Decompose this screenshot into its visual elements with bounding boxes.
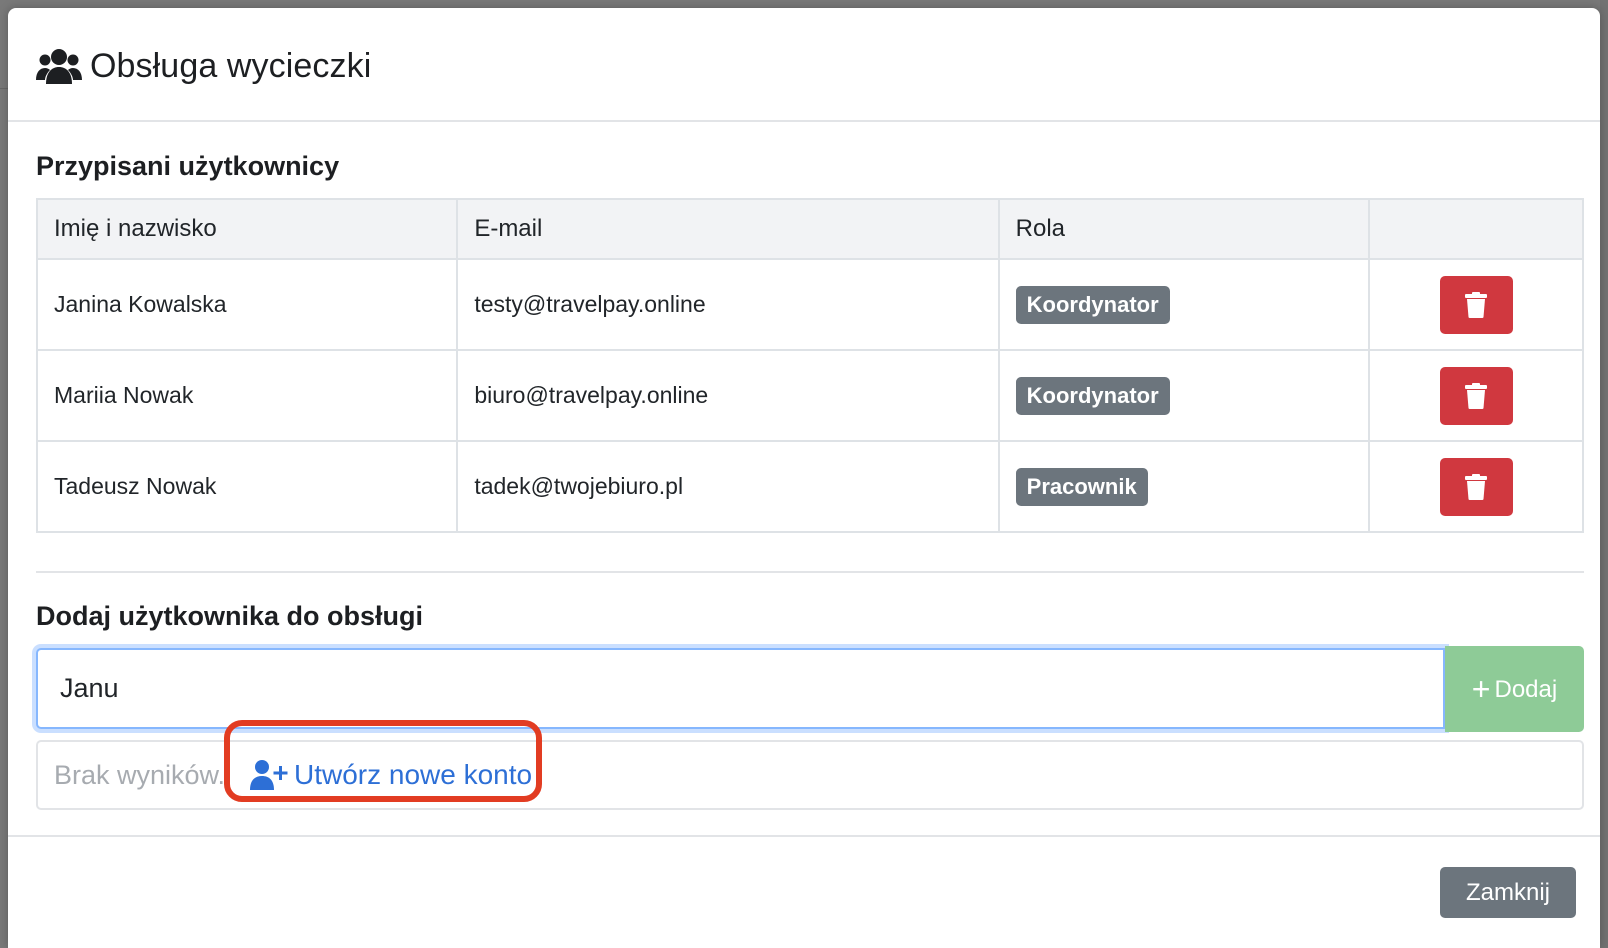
assigned-users-heading: Przypisani użytkownicy bbox=[36, 151, 340, 181]
section-divider bbox=[36, 571, 1584, 573]
user-email-cell: biuro@travelpay.online bbox=[456, 349, 1000, 442]
role-badge: Koordynator bbox=[1015, 376, 1170, 415]
column-header-actions bbox=[1368, 198, 1584, 260]
add-button-label: Dodaj bbox=[1494, 675, 1558, 703]
user-name-cell: Tadeusz Nowak bbox=[35, 440, 459, 533]
user-search-input[interactable] bbox=[36, 648, 1445, 729]
column-header-role: Rola bbox=[997, 198, 1371, 260]
plus-icon: + bbox=[1471, 670, 1491, 707]
table-header-row: Imię i nazwisko E-mail Rola bbox=[35, 198, 1584, 260]
column-header-name: Imię i nazwisko bbox=[35, 198, 459, 260]
user-plus-icon bbox=[250, 760, 288, 790]
no-results-text: Brak wyników. bbox=[54, 760, 226, 790]
user-email-cell: testy@travelpay.online bbox=[456, 258, 1000, 351]
add-user-button[interactable]: + Dodaj bbox=[1445, 646, 1584, 732]
user-actions-cell bbox=[1368, 440, 1584, 533]
role-badge: Koordynator bbox=[1015, 285, 1170, 324]
role-badge: Pracownik bbox=[1015, 467, 1148, 506]
delete-user-button[interactable] bbox=[1439, 275, 1513, 334]
table-row: Mariia Nowak biuro@travelpay.online Koor… bbox=[35, 349, 1584, 442]
create-account-label: Utwórz nowe konto bbox=[294, 759, 533, 790]
column-header-email: E-mail bbox=[456, 198, 1000, 260]
user-actions-cell bbox=[1368, 258, 1584, 351]
user-name-cell: Mariia Nowak bbox=[35, 349, 459, 442]
table-row: Janina Kowalska testy@travelpay.online K… bbox=[35, 258, 1584, 351]
trash-icon bbox=[1464, 473, 1487, 500]
user-name-cell: Janina Kowalska bbox=[35, 258, 459, 351]
table-row: Tadeusz Nowak tadek@twojebiuro.pl Pracow… bbox=[35, 440, 1584, 533]
delete-user-button[interactable] bbox=[1439, 457, 1513, 516]
close-button[interactable]: Zamknij bbox=[1440, 867, 1576, 918]
user-role-cell: Koordynator bbox=[997, 258, 1371, 351]
user-role-cell: Koordynator bbox=[997, 349, 1371, 442]
modal-header: Obsługa wycieczki bbox=[8, 8, 1600, 122]
trip-service-modal: Obsługa wycieczki Przypisani użytkownicy… bbox=[8, 8, 1600, 948]
trash-icon bbox=[1464, 382, 1487, 409]
modal-footer: Zamknij bbox=[8, 835, 1600, 948]
create-account-link[interactable]: Utwórz nowe konto bbox=[250, 746, 532, 804]
add-user-heading: Dodaj użytkownika do obsługi bbox=[36, 601, 424, 631]
modal-title: Obsługa wycieczki bbox=[90, 47, 372, 85]
assigned-users-table: Imię i nazwisko E-mail Rola Janina Kowal… bbox=[35, 198, 1584, 533]
users-icon bbox=[36, 49, 82, 84]
delete-user-button[interactable] bbox=[1439, 366, 1513, 425]
search-results-dropdown: Brak wyników. Utwórz nowe konto bbox=[36, 740, 1584, 810]
user-actions-cell bbox=[1368, 349, 1584, 442]
trash-icon bbox=[1464, 291, 1487, 318]
user-email-cell: tadek@twojebiuro.pl bbox=[456, 440, 1000, 533]
user-role-cell: Pracownik bbox=[997, 440, 1371, 533]
